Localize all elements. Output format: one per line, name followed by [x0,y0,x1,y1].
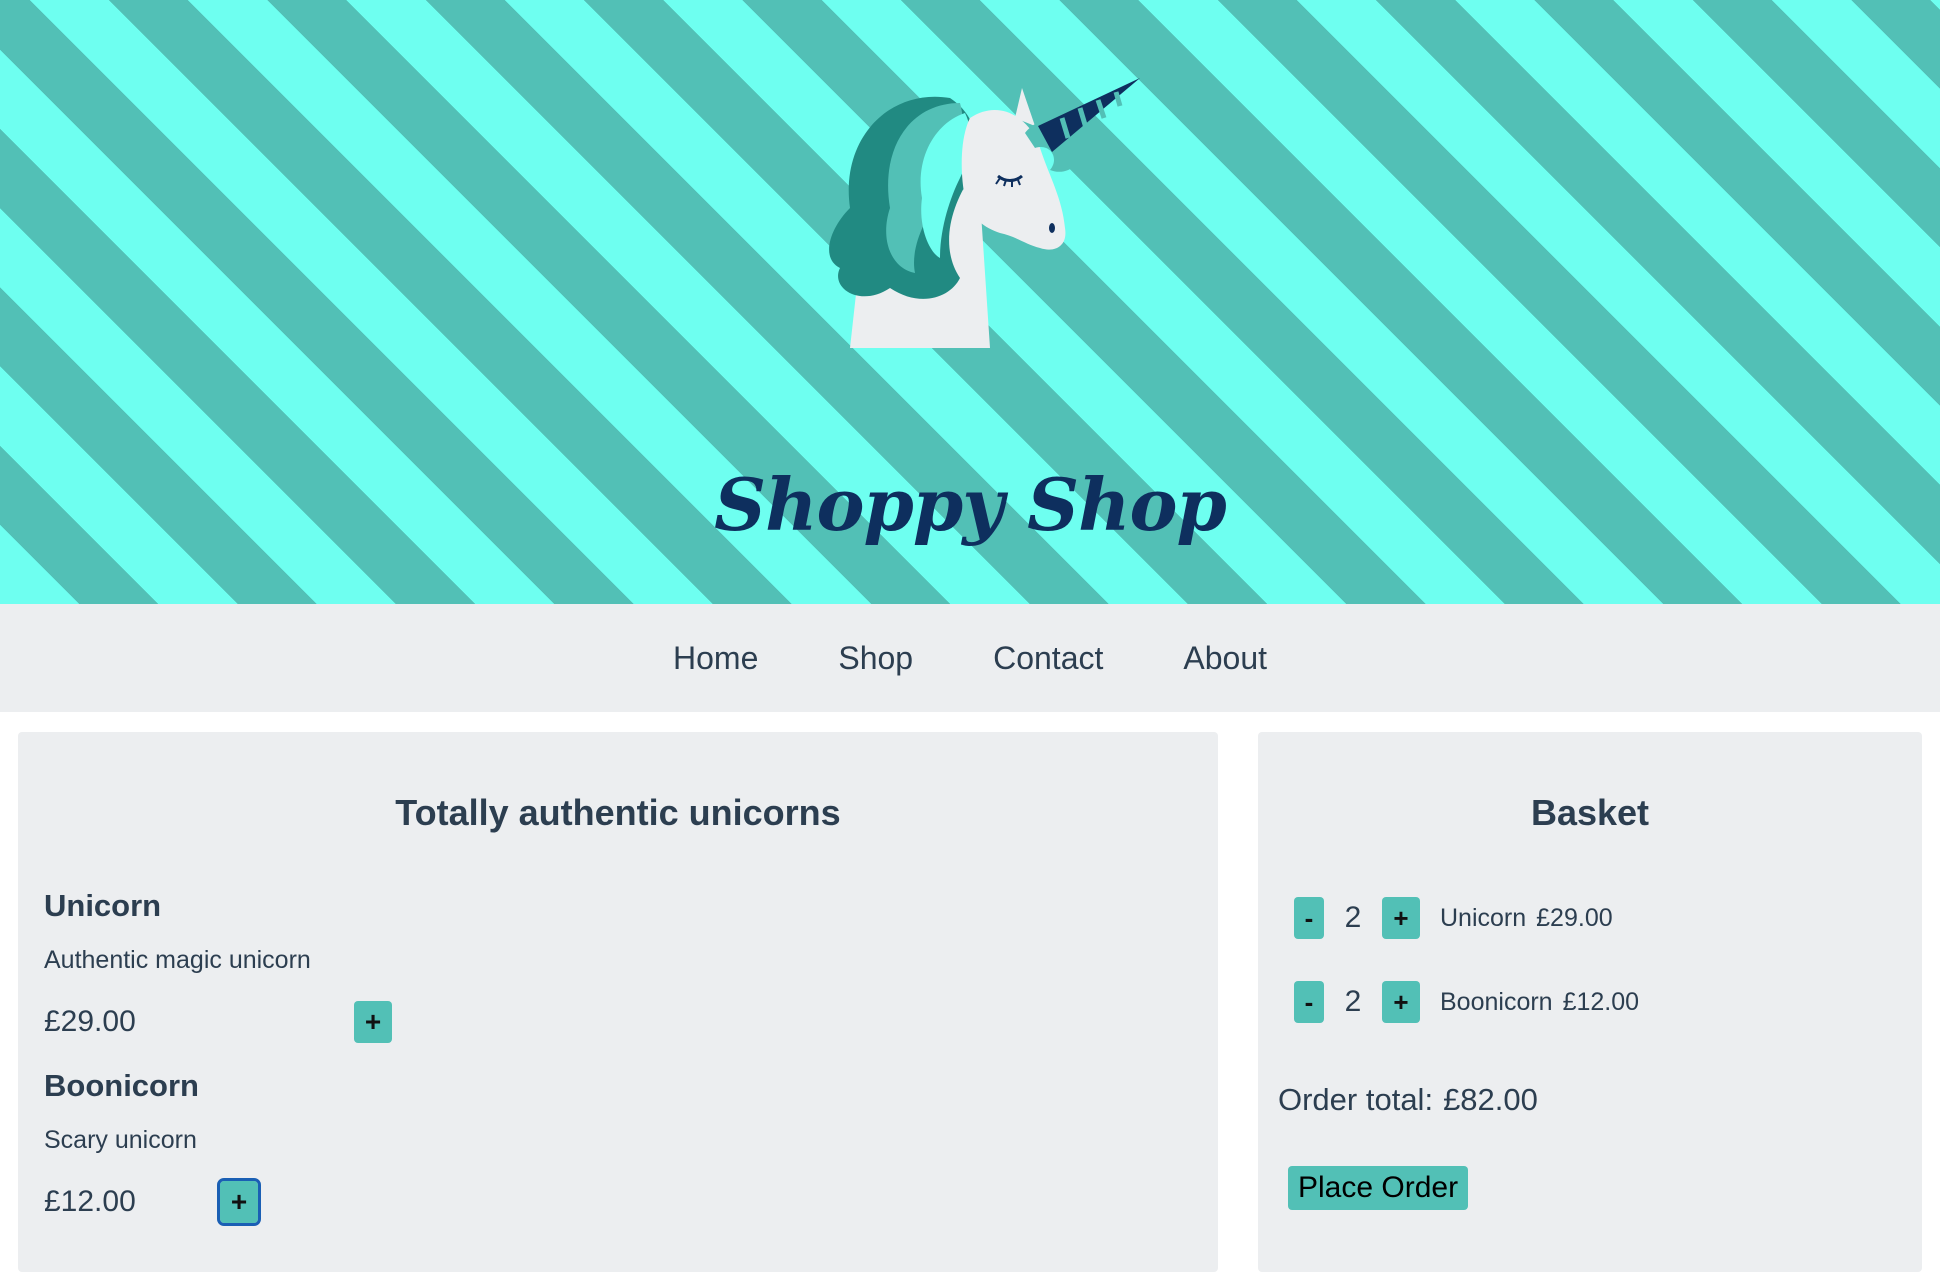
basket-panel: Basket - 2 + Unicorn £29.00 - 2 + Boonic… [1258,732,1922,1272]
product-list-panel: Totally authentic unicorns Unicorn Authe… [18,732,1218,1272]
place-order-button[interactable]: Place Order [1288,1166,1469,1210]
order-total-value: £82.00 [1443,1082,1538,1117]
nav-about[interactable]: About [1183,640,1267,677]
basket-item: - 2 + Unicorn £29.00 [1294,896,1613,940]
order-total-label: Order total: [1278,1082,1434,1117]
product-price-row: £29.00 + [44,1001,444,1045]
basket-item-price: £29.00 [1536,903,1613,932]
basket-item: - 2 + Boonicorn £12.00 [1294,980,1639,1024]
product-name: Boonicorn [44,1068,199,1103]
basket-item-name: Boonicorn [1440,987,1553,1016]
unicorn-head-icon [829,78,1140,348]
hero-banner: Shoppy Shop [0,0,1940,604]
increase-quantity-button[interactable]: + [1382,981,1420,1023]
product-price-row: £12.00 + [44,1178,444,1226]
product-list-title: Totally authentic unicorns [395,792,841,833]
order-total: Order total: £82.00 [1278,1082,1538,1118]
basket-title: Basket [1530,792,1650,833]
basket-item-name: Unicorn [1440,903,1527,932]
nav-contact[interactable]: Contact [993,640,1103,677]
item-quantity: 2 [1344,985,1362,1018]
decrease-quantity-button[interactable]: - [1294,981,1324,1023]
basket-item-price: £12.00 [1562,987,1640,1016]
product-description: Scary unicorn [44,1126,197,1154]
product-price: £12.00 [44,1185,136,1218]
nav-home[interactable]: Home [673,640,758,677]
add-to-basket-button[interactable]: + [217,1178,261,1226]
product-card-boonicorn: Boonicorn Scary unicorn £12.00 + [44,1068,444,1226]
product-price: £29.00 [44,1005,136,1038]
site-title: Shoppy Shop [714,462,1227,547]
item-quantity: 2 [1344,901,1362,934]
main-nav: Home Shop Contact About [0,604,1940,712]
add-to-basket-button[interactable]: + [354,1001,392,1043]
product-card-unicorn: Unicorn Authentic magic unicorn £29.00 + [44,888,444,1045]
decrease-quantity-button[interactable]: - [1294,897,1324,939]
product-name: Unicorn [44,888,162,923]
nav-shop[interactable]: Shop [838,640,913,677]
product-description: Authentic magic unicorn [44,946,311,974]
increase-quantity-button[interactable]: + [1382,897,1420,939]
